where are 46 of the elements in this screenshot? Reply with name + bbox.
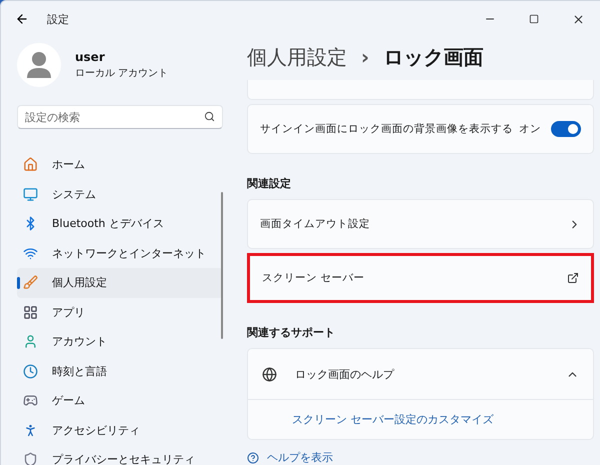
- wifi-icon: [23, 246, 38, 261]
- shield-icon: [23, 452, 38, 465]
- monitor-icon: [23, 186, 38, 202]
- search-icon: [204, 111, 215, 122]
- sidebar-item[interactable]: 個人用設定: [17, 268, 223, 298]
- brush-icon: [23, 275, 38, 290]
- sidebar-item[interactable]: システム: [17, 180, 223, 209]
- search-field[interactable]: 設定の検索: [17, 105, 223, 129]
- sidebar-item[interactable]: Bluetooth とデバイス: [17, 209, 223, 238]
- help-icon: [247, 452, 259, 464]
- setting-label: サインイン画面にロック画面の背景画像を表示する: [260, 122, 513, 136]
- help-link[interactable]: スクリーン セーバー設定のカスタマイズ: [248, 400, 593, 439]
- person-silhouette-icon: [26, 51, 52, 79]
- sidebar-item[interactable]: プライバシーとセキュリティ: [17, 445, 223, 465]
- page-title: ロック画面: [383, 44, 484, 71]
- section-heading: 関連するサポート: [247, 325, 336, 340]
- sidebar-item[interactable]: ゲーム: [17, 386, 223, 416]
- sidebar-item[interactable]: ネットワークとインターネット: [17, 238, 223, 268]
- toggle-state: オン: [519, 122, 541, 136]
- account-name: user: [75, 50, 106, 64]
- person-icon: [23, 334, 38, 350]
- accessibility-icon: [23, 422, 38, 438]
- account-type: ローカル アカウント: [75, 67, 168, 80]
- section-heading: 関連設定: [247, 176, 292, 191]
- sidebar-item[interactable]: アクセシビリティ: [17, 416, 223, 445]
- window-title: 設定: [47, 12, 70, 26]
- toggle-switch[interactable]: [551, 121, 581, 137]
- help-expander[interactable]: ロック画面のヘルプ: [248, 349, 593, 400]
- setting-row[interactable]: 画面タイムアウト設定: [247, 199, 594, 249]
- sidebar-item[interactable]: 時刻と言語: [17, 356, 223, 386]
- sidebar-item[interactable]: ホーム: [17, 150, 223, 180]
- gamepad-icon: [23, 393, 38, 408]
- breadcrumb-separator: ›: [361, 45, 370, 70]
- close-icon: [572, 12, 584, 26]
- highlighted-setting-row[interactable]: スクリーン セーバー: [247, 253, 594, 303]
- external-link-icon: [567, 272, 579, 284]
- clock-icon: [23, 364, 38, 379]
- globe-icon: [262, 366, 277, 382]
- sidebar-item[interactable]: アプリ: [17, 298, 223, 327]
- sidebar-item[interactable]: アカウント: [17, 327, 223, 356]
- home-icon: [23, 157, 38, 172]
- back-icon[interactable]: [15, 12, 29, 26]
- breadcrumb-parent[interactable]: 個人用設定: [247, 44, 347, 71]
- maximize-icon: [529, 14, 539, 24]
- help-link[interactable]: ヘルプを表示: [247, 450, 594, 465]
- apps-icon: [23, 304, 38, 320]
